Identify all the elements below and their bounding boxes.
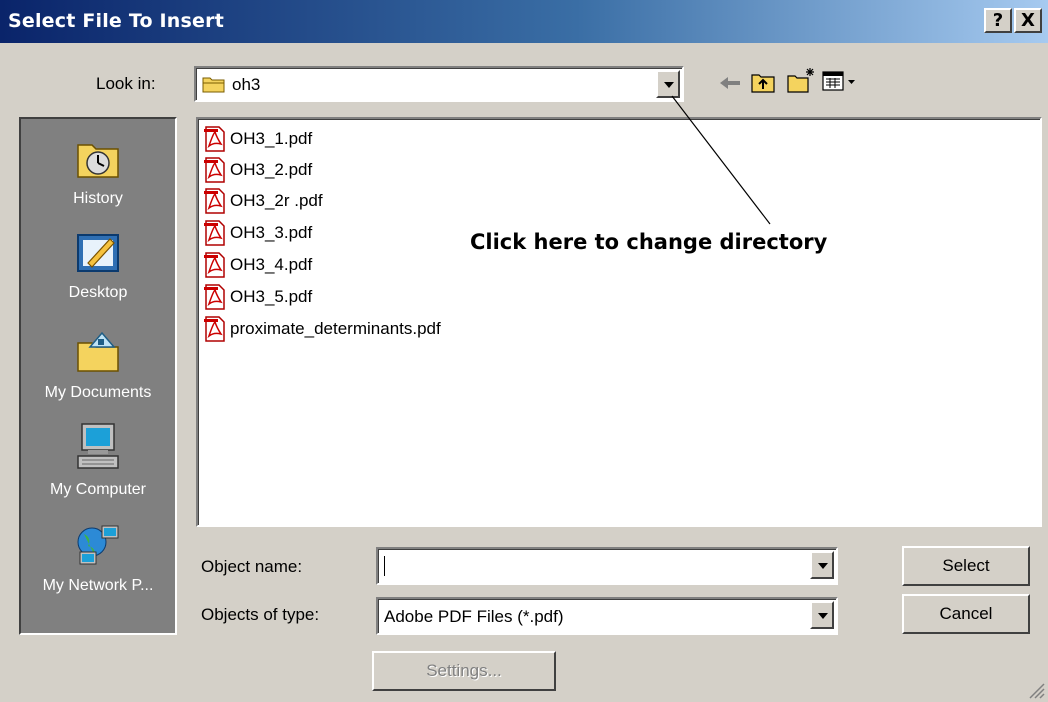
object-type-label: Objects of type: xyxy=(201,605,320,624)
object-name-combo[interactable] xyxy=(376,547,838,585)
object-name-dropdown-button[interactable] xyxy=(810,551,834,579)
resize-grip-icon[interactable] xyxy=(1026,680,1046,700)
cancel-button[interactable]: Cancel xyxy=(902,594,1030,634)
object-name-label: Object name: xyxy=(201,557,303,576)
settings-button: Settings... xyxy=(372,651,556,691)
object-type-value: Adobe PDF Files (*.pdf) xyxy=(384,607,564,626)
object-type-dropdown-button[interactable] xyxy=(810,601,834,629)
chevron-down-icon xyxy=(818,613,828,619)
text-cursor xyxy=(384,556,385,576)
select-button[interactable]: Select xyxy=(902,546,1030,586)
chevron-down-icon xyxy=(818,563,828,569)
object-type-combo[interactable]: Adobe PDF Files (*.pdf) xyxy=(376,597,838,635)
annotation-text: Click here to change directory xyxy=(470,230,828,254)
